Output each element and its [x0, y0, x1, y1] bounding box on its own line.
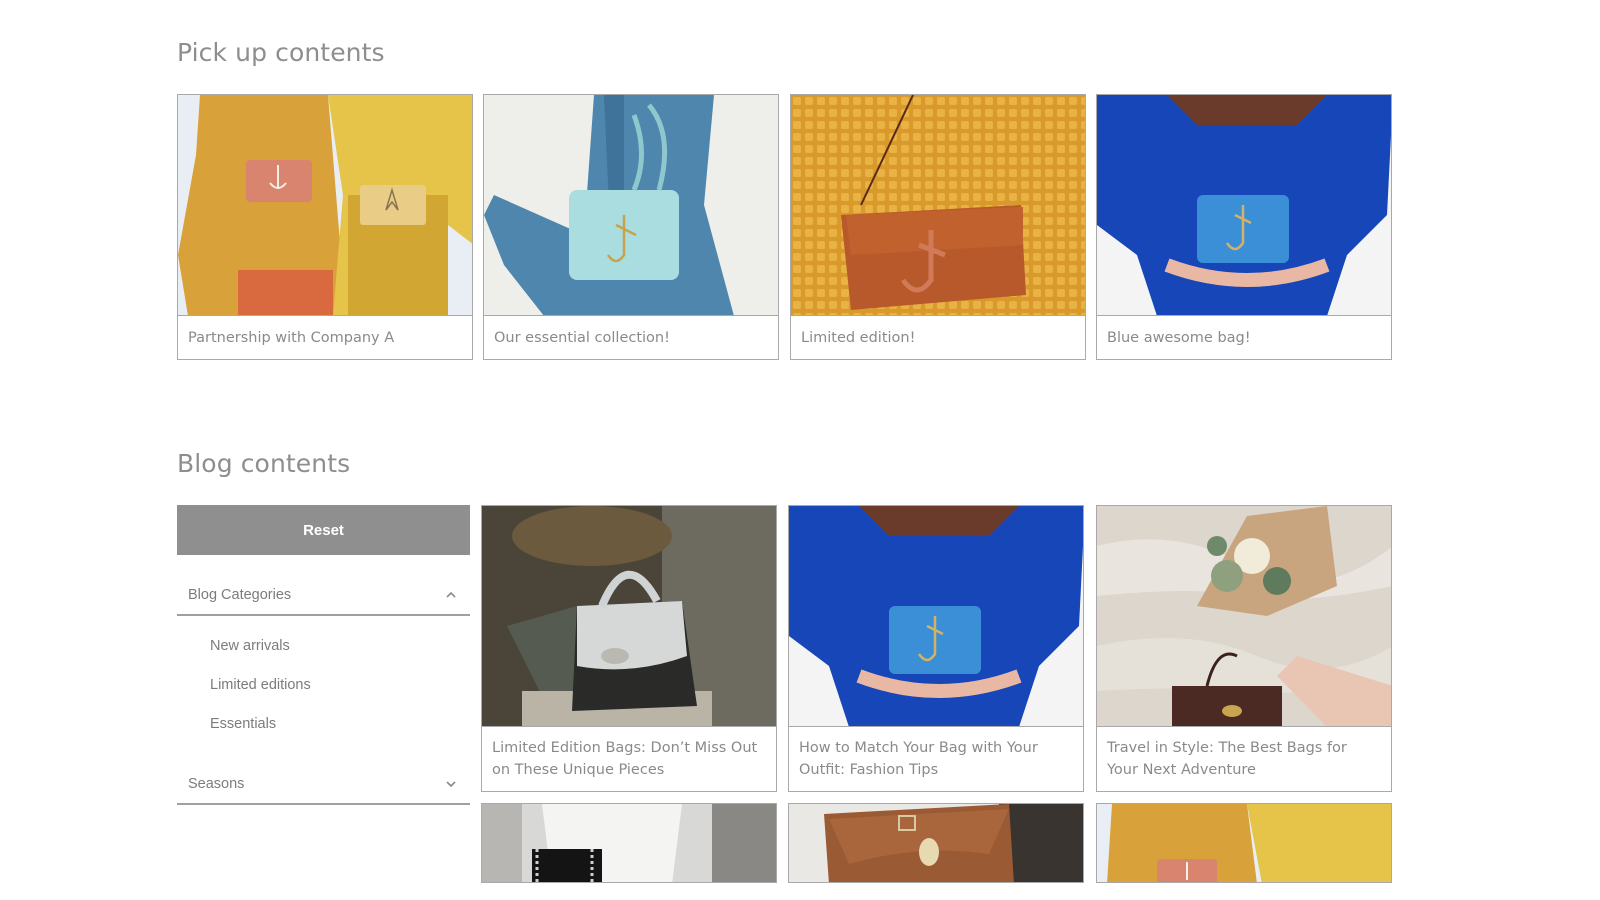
- blog-card-image: [789, 804, 1083, 882]
- pickup-card[interactable]: Partnership with Company A: [177, 94, 473, 360]
- chevron-down-icon: [444, 777, 458, 791]
- blog-card-caption: Travel in Style: The Best Bags for Your …: [1107, 740, 1347, 778]
- pickup-card-caption: Limited edition!: [801, 329, 916, 346]
- blog-card-image: [789, 506, 1083, 727]
- pickup-card[interactable]: Blue awesome bag!: [1096, 94, 1392, 360]
- chevron-up-icon: [444, 588, 458, 602]
- blog-card-caption: How to Match Your Bag with Your Outfit: …: [799, 740, 1038, 778]
- pickup-card-image: [178, 95, 472, 316]
- blog-section-title: Blog contents: [177, 449, 351, 478]
- pickup-card-image: [484, 95, 778, 316]
- blog-categories-accordion[interactable]: Blog Categories: [177, 576, 470, 616]
- pickup-card[interactable]: Our essential collection!: [483, 94, 779, 360]
- category-item-essentials[interactable]: Essentials: [210, 716, 276, 732]
- reset-button[interactable]: Reset: [177, 505, 470, 555]
- pickup-card-caption: Partnership with Company A: [188, 329, 395, 346]
- blog-card[interactable]: How to Match Your Bag with Your Outfit: …: [788, 505, 1084, 792]
- blog-card[interactable]: [788, 803, 1084, 883]
- blog-card[interactable]: Limited Edition Bags: Don’t Miss Out on …: [481, 505, 777, 792]
- blog-card-image: [1097, 506, 1391, 727]
- accordion-label: Blog Categories: [188, 587, 292, 603]
- blog-card[interactable]: [1096, 803, 1392, 883]
- blog-card[interactable]: Travel in Style: The Best Bags for Your …: [1096, 505, 1392, 792]
- blog-card-image: [1097, 804, 1391, 882]
- blog-card-caption: Limited Edition Bags: Don’t Miss Out on …: [492, 740, 758, 778]
- pickup-section-title: Pick up contents: [177, 38, 385, 67]
- pickup-card-image: [791, 95, 1085, 316]
- seasons-accordion[interactable]: Seasons: [177, 765, 470, 805]
- blog-card-image: [482, 804, 776, 882]
- accordion-label: Seasons: [188, 776, 245, 792]
- blog-card[interactable]: [481, 803, 777, 883]
- pickup-card-caption: Our essential collection!: [494, 329, 670, 346]
- pickup-card[interactable]: Limited edition!: [790, 94, 1086, 360]
- blog-card-image: [482, 506, 776, 727]
- category-item-limited-editions[interactable]: Limited editions: [210, 677, 311, 693]
- pickup-card-caption: Blue awesome bag!: [1107, 329, 1251, 346]
- category-item-new-arrivals[interactable]: New arrivals: [210, 638, 290, 654]
- pickup-card-image: [1097, 95, 1391, 316]
